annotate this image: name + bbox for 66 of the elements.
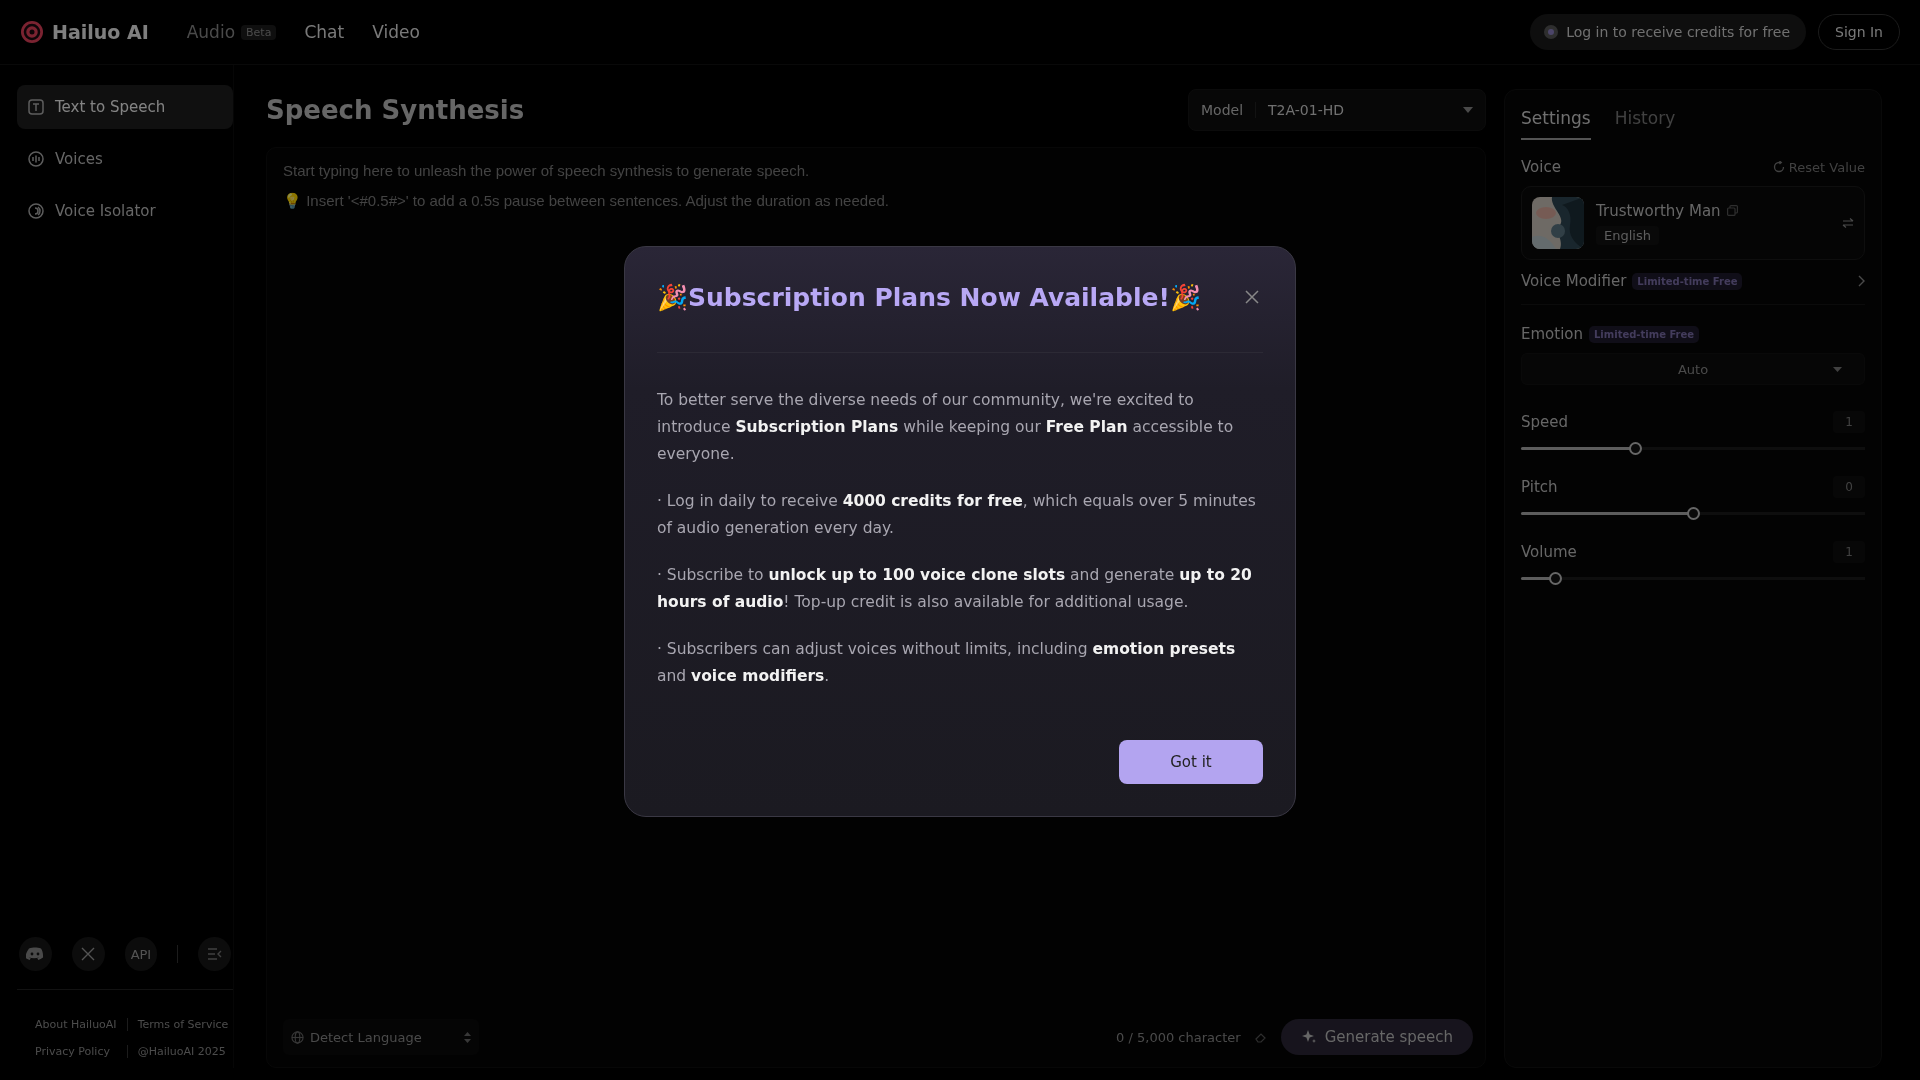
got-it-button[interactable]: Got it: [1119, 739, 1263, 784]
panel-tab[interactable]: Settings: [1521, 102, 1591, 140]
sidebar-item[interactable]: Voice Isolator: [17, 189, 233, 233]
panel-tab[interactable]: History: [1614, 102, 1676, 140]
reset-icon: [1772, 161, 1785, 173]
voice-name: Trustworthy Man: [1596, 201, 1721, 220]
sort-icon: [464, 1031, 471, 1043]
isolator-icon: [27, 202, 45, 220]
emotion-select[interactable]: Auto: [1521, 353, 1865, 385]
voice-card[interactable]: Trustworthy Man English: [1521, 186, 1865, 260]
emotion-label: Emotion: [1521, 325, 1583, 343]
slider-value[interactable]: 1: [1833, 411, 1865, 433]
footer-link[interactable]: @HailuoAI 2025: [127, 1045, 239, 1058]
dialog-paragraph: To better serve the diverse needs of our community, we're excited to introduce Subscription Plans while keeping our Free Plan accessible to everyone.: [657, 389, 1235, 465]
slider-thumb[interactable]: [1687, 507, 1700, 520]
api-button[interactable]: API: [124, 937, 158, 971]
voice-label: Voice: [1521, 158, 1561, 176]
sidebar-item[interactable]: Voices: [17, 137, 233, 181]
footer-link[interactable]: Terms of Service: [127, 1018, 239, 1031]
globe-icon: [291, 1030, 304, 1044]
slider-label: Pitch: [1521, 478, 1558, 496]
dialog-paragraph: · Subscribers can adjust voices without limits, including emotion presets and voice modifiers.: [657, 638, 1237, 687]
collapse-icon: [206, 947, 223, 961]
limited-free-badge: Limited-time Free: [1632, 272, 1743, 290]
voices-icon: [27, 150, 45, 168]
discord-icon: [26, 947, 45, 961]
reset-value-button[interactable]: Reset Value: [1772, 159, 1865, 175]
x-button[interactable]: [71, 937, 105, 971]
footer-link[interactable]: Privacy Policy: [25, 1045, 128, 1058]
beta-badge: Beta: [241, 24, 277, 40]
slider-value[interactable]: 0: [1833, 476, 1865, 498]
sparkle-icon: [1300, 1029, 1317, 1045]
slider-value[interactable]: 1: [1833, 541, 1865, 563]
caret-icon: [1833, 366, 1842, 372]
chevron-right-icon[interactable]: [1858, 275, 1865, 287]
model-select[interactable]: Model T2A-01-HD: [1188, 89, 1486, 131]
voice-modifier-label: Voice Modifier: [1521, 272, 1627, 290]
dialog-paragraph: · Log in daily to receive 4000 credits for free, which equals over 5 minutes of audio generation every day.: [657, 490, 1257, 539]
credits-button[interactable]: Log in to receive credits for free: [1530, 14, 1806, 50]
page-title: Speech Synthesis: [266, 95, 525, 125]
x-logo-icon: [80, 946, 97, 962]
slider-thumb[interactable]: [1628, 442, 1642, 455]
swap-icon[interactable]: [1842, 218, 1854, 228]
caret-icon: [1463, 107, 1473, 113]
brand-name: Hailuo AI: [52, 21, 149, 43]
sidebar-item[interactable]: Text to Speech: [17, 85, 233, 129]
generate-speech-button[interactable]: Generate speech: [1280, 1019, 1473, 1055]
dialog-paragraph: · Subscribe to unlock up to 100 voice clone slots and generate up to 20 hours of audio! Top-up credit is also available for additional usage.: [657, 564, 1253, 613]
footer-link[interactable]: About HailuoAI: [25, 1018, 128, 1031]
slider-thumb[interactable]: [1549, 572, 1563, 585]
language-tag: English: [1596, 225, 1659, 245]
slider-label: Speed: [1521, 413, 1569, 431]
limited-free-badge: Limited-time Free: [1589, 325, 1700, 343]
dialog-title: 🎉Subscription Plans Now Available!🎉: [657, 282, 1201, 312]
text-input-field[interactable]: Start typing here to unleash the power of speech synthesis to generate speech.: [283, 162, 1473, 186]
coin-icon: [1544, 25, 1559, 39]
text-speech-icon: [27, 98, 45, 116]
pause-hint: 💡 Insert '<#0.5#>' to add a 0.5s pause between sentences. Adjust the duration as needed.: [283, 192, 890, 210]
logo-icon: [20, 20, 44, 44]
nav-link[interactable]: Chat: [304, 22, 345, 42]
nav-link[interactable]: Audio Beta: [186, 22, 277, 42]
close-icon: [1245, 290, 1259, 304]
slider-label: Volume: [1521, 543, 1577, 561]
character-count: 0 / 5,000 character: [1116, 1029, 1241, 1045]
nav-link[interactable]: Video: [372, 22, 420, 42]
discord-button[interactable]: [19, 937, 52, 971]
